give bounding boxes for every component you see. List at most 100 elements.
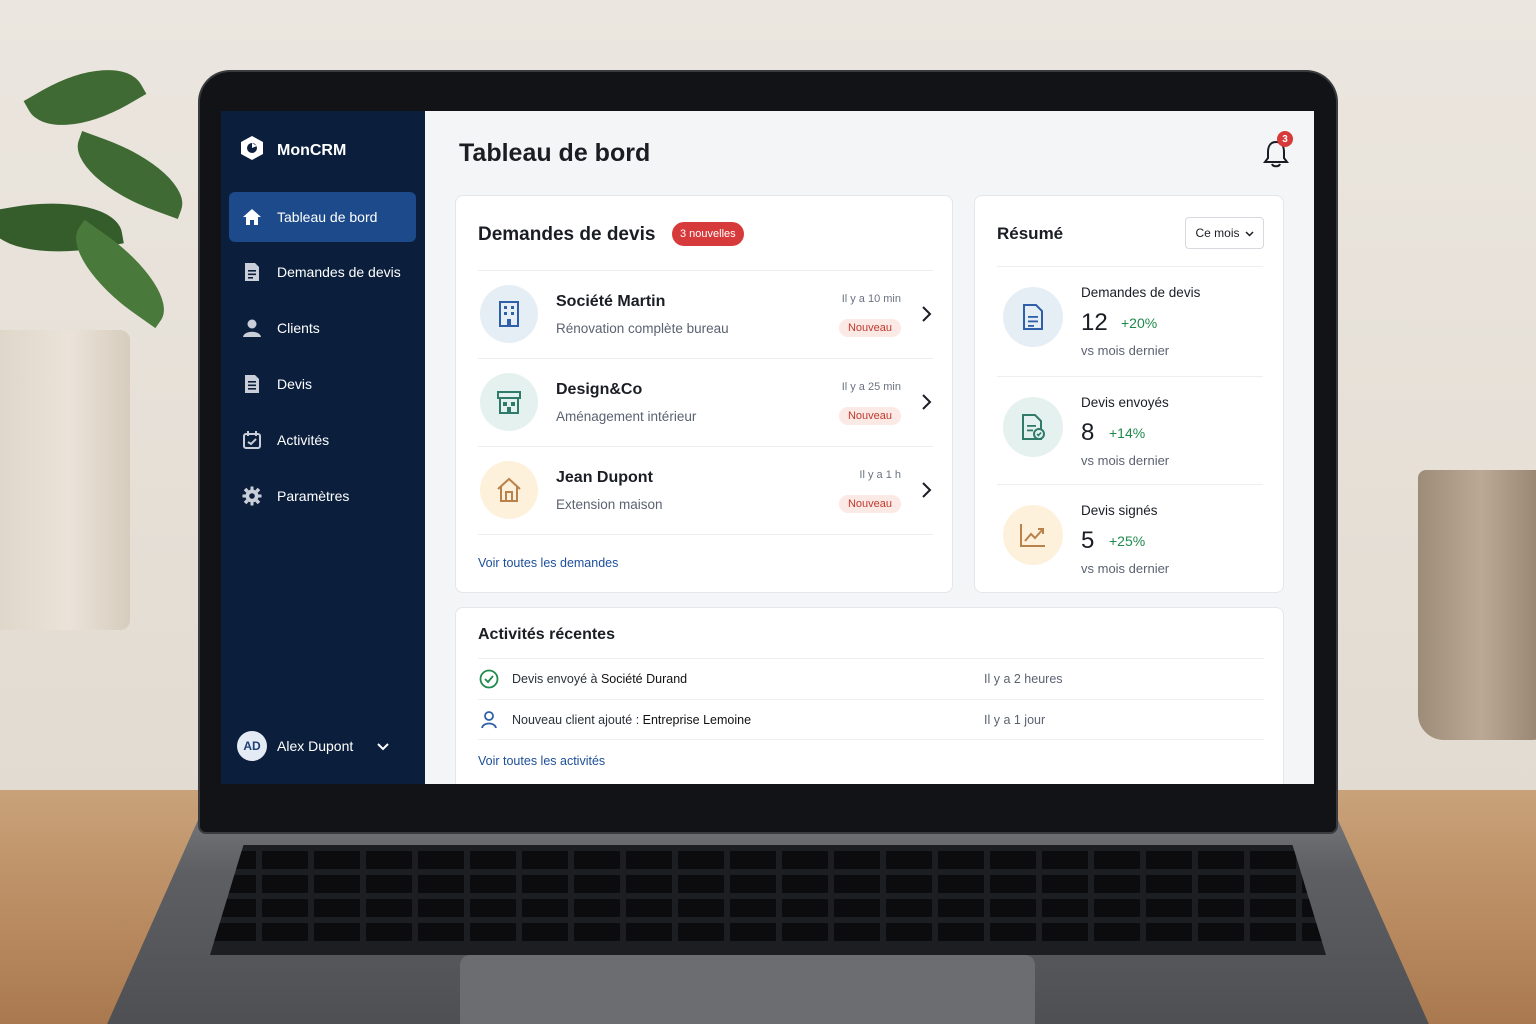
activity-prefix: Devis envoyé à xyxy=(512,672,601,686)
period-select[interactable]: Ce mois xyxy=(1185,217,1264,249)
stat-change: +25% xyxy=(1109,533,1146,549)
sidebar-item-label: Demandes de devis xyxy=(277,264,401,280)
stat-value: 5 xyxy=(1081,527,1095,554)
document-icon xyxy=(241,261,263,283)
request-description: Rénovation complète bureau xyxy=(556,321,729,336)
activity-subject: Société Durand xyxy=(600,672,688,686)
stat-row: Devis envoyés 8 +14% vs mois dernier xyxy=(997,376,1263,486)
user-icon xyxy=(241,317,263,339)
client-name: Design&Co xyxy=(556,381,643,398)
sidebar-item-quotes[interactable]: Devis xyxy=(229,359,416,409)
building-icon xyxy=(480,285,538,343)
period-value: Ce mois xyxy=(1195,226,1240,240)
request-time: Il y a 1 h xyxy=(859,469,901,481)
sidebar-item-label: Tableau de bord xyxy=(277,209,378,225)
gear-icon xyxy=(241,485,263,507)
card-title: Activités récentes xyxy=(478,626,615,643)
stat-row: Devis signés 5 +25% vs mois dernier xyxy=(997,484,1263,594)
house-icon xyxy=(480,461,538,519)
view-all-activities-link[interactable]: Voir toutes les activités xyxy=(478,754,605,768)
activity-row[interactable]: Devis envoyé à Société Durand Il y a 2 h… xyxy=(478,658,1264,699)
document-icon xyxy=(1003,287,1063,347)
divider xyxy=(478,534,933,535)
activity-subject: Entreprise Lemoine xyxy=(642,712,752,727)
trend-up-icon xyxy=(1003,505,1063,565)
stat-caption: vs mois dernier xyxy=(1081,561,1170,576)
sidebar-item-label: Activités xyxy=(277,432,330,448)
request-description: Aménagement intérieur xyxy=(556,409,697,424)
client-name: Jean Dupont xyxy=(556,469,653,486)
sidebar-item-quote-requests[interactable]: Demandes de devis xyxy=(229,247,416,297)
quote-request-row[interactable]: Société Martin Rénovation complète burea… xyxy=(478,270,933,358)
activity-text: Devis envoyé à Société Durand xyxy=(512,672,984,686)
request-time: Il y a 25 min xyxy=(841,381,901,393)
main-content: Tableau de bord 3 Demandes de devis 3 no… xyxy=(425,111,1314,784)
chevron-down-icon xyxy=(377,738,389,754)
card-title: Demandes de devis xyxy=(478,224,656,245)
avatar: AD xyxy=(237,731,267,761)
stat-value: 12 xyxy=(1081,309,1108,336)
stat-label: Devis signés xyxy=(1081,503,1158,518)
chevron-right-icon[interactable] xyxy=(919,393,933,411)
stat-change: +20% xyxy=(1121,315,1158,331)
page-title: Tableau de bord xyxy=(459,139,651,167)
ceramic-cup xyxy=(1418,470,1536,740)
chevron-down-icon xyxy=(1244,226,1254,240)
file-list-icon xyxy=(241,373,263,395)
notification-badge: 3 xyxy=(1277,131,1293,147)
plant-pot xyxy=(0,330,130,630)
card-title: Résumé xyxy=(997,224,1064,243)
request-description: Extension maison xyxy=(556,497,663,512)
app-name: MonCRM xyxy=(277,141,347,159)
summary-card: Résumé Ce mois Demandes de devis 12 +20%… xyxy=(974,195,1284,593)
stat-caption: vs mois dernier xyxy=(1081,343,1170,358)
quote-requests-card: Demandes de devis 3 nouvelles Société Ma… xyxy=(455,195,953,593)
client-name: Société Martin xyxy=(556,293,666,310)
sidebar: MonCRM Tableau de bord Demandes de devis… xyxy=(221,111,425,784)
quote-request-row[interactable]: Jean Dupont Extension maison Il y a 1 h … xyxy=(478,446,933,534)
chevron-right-icon[interactable] xyxy=(919,305,933,323)
user-name: Alex Dupont xyxy=(277,738,354,754)
sidebar-item-dashboard[interactable]: Tableau de bord xyxy=(229,192,416,242)
home-icon xyxy=(241,206,263,228)
calendar-icon xyxy=(241,429,263,451)
app-screen: MonCRM Tableau de bord Demandes de devis… xyxy=(221,111,1314,784)
sidebar-item-label: Devis xyxy=(277,376,313,392)
quote-request-row[interactable]: Design&Co Aménagement intérieur Il y a 2… xyxy=(478,358,933,446)
stat-label: Devis envoyés xyxy=(1081,395,1169,410)
activity-time: Il y a 2 heures xyxy=(984,672,1063,686)
stat-caption: vs mois dernier xyxy=(1081,453,1170,468)
keyboard xyxy=(210,845,1326,955)
activity-text: Nouveau client ajouté : Entreprise Lemoi… xyxy=(512,713,984,727)
logo-icon xyxy=(239,135,265,166)
view-all-requests-link[interactable]: Voir toutes les demandes xyxy=(478,556,618,570)
stat-value: 8 xyxy=(1081,419,1095,446)
brand[interactable]: MonCRM xyxy=(239,135,346,166)
stat-label: Demandes de devis xyxy=(1081,285,1201,300)
user-icon xyxy=(478,709,500,731)
sidebar-item-settings[interactable]: Paramètres xyxy=(229,471,416,521)
status-badge: Nouveau xyxy=(838,319,901,337)
status-badge: Nouveau xyxy=(838,495,901,513)
sidebar-item-clients[interactable]: Clients xyxy=(229,303,416,353)
activity-time: Il y a 1 jour xyxy=(984,712,1046,727)
recent-activities-card: Activités récentes Devis envoyé à Sociét… xyxy=(455,607,1284,784)
sidebar-item-activities[interactable]: Activités xyxy=(229,415,416,465)
user-menu[interactable]: AD Alex Dupont xyxy=(237,731,389,761)
document-sent-icon xyxy=(1003,397,1063,457)
store-icon xyxy=(480,373,538,431)
stat-row: Demandes de devis 12 +20% vs mois dernie… xyxy=(997,266,1263,376)
chevron-right-icon[interactable] xyxy=(919,481,933,499)
stat-change: +14% xyxy=(1109,425,1146,441)
key-row xyxy=(210,923,1326,941)
status-badge: Nouveau xyxy=(838,407,901,425)
request-time: Il y a 10 min xyxy=(841,293,901,305)
key-row xyxy=(210,899,1326,917)
key-row xyxy=(210,851,1326,869)
sidebar-item-label: Clients xyxy=(277,320,320,336)
activity-row[interactable]: Nouveau client ajouté : Entreprise Lemoi… xyxy=(478,699,1264,740)
key-row xyxy=(210,875,1326,893)
activity-prefix: Nouveau client ajouté : xyxy=(512,712,643,727)
new-count-badge: 3 nouvelles xyxy=(672,222,744,246)
check-circle-icon xyxy=(478,668,500,690)
